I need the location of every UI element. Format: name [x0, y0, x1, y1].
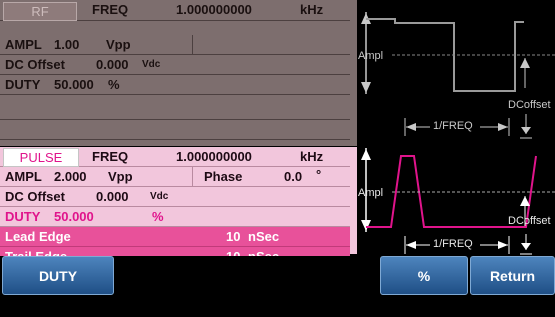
ch1-dc-label: DC Offset: [5, 57, 65, 72]
ch2-freq-value: 1.000000000: [176, 149, 252, 164]
ch2-panel: PULSE FREQ 1.000000000 kHz AMPL 2.000 Vp…: [0, 147, 357, 267]
ch2-ampl-row[interactable]: AMPL 2.000 Vpp Phase 0.0 °: [0, 167, 350, 187]
ch2-ampl-label: AMPL: [5, 169, 42, 184]
ch2-mode-tag[interactable]: PULSE: [3, 148, 79, 167]
ch2-ampl-value: 2.000: [54, 169, 87, 184]
ch2-dc-row[interactable]: DC Offset 0.000 Vdc: [0, 187, 350, 207]
ch1-ampl-row[interactable]: AMPL 1.00 Vpp: [0, 35, 350, 55]
ch1-dc-row[interactable]: DC Offset 0.000 Vdc: [0, 55, 350, 75]
ch2-ampl-caption: Ampl: [358, 187, 384, 199]
ch2-dcoffset-caption: DCoffset: [508, 215, 551, 227]
ch2-duty-unit: %: [152, 209, 164, 224]
ch2-lead-value: 10: [226, 229, 241, 244]
ch1-panel: RF FREQ 1.000000000 kHz AMPL 1.00 Vpp DC…: [0, 0, 357, 146]
ch2-duty-label: DUTY: [5, 209, 41, 224]
ch1-ampl-caption: Ampl: [358, 50, 384, 62]
ch2-waveform-preview: Ampl DCoffset 1/FREQ: [358, 146, 555, 256]
ch2-phase-unit: °: [316, 167, 322, 182]
percent-softkey[interactable]: %: [380, 256, 468, 295]
ch1-period-caption: 1/FREQ: [433, 120, 473, 132]
ch1-freq-row[interactable]: RF FREQ 1.000000000 kHz: [0, 0, 350, 21]
ch2-duty-row[interactable]: DUTY 50.000 %: [0, 207, 350, 227]
ch1-waveform-preview: Ampl DCoffset 1/FREQ: [358, 2, 555, 144]
ch2-ampl-divider: [192, 167, 193, 186]
ch1-duty-label: DUTY: [5, 77, 41, 92]
ch1-freq-unit: kHz: [300, 2, 324, 17]
ch1-duty-value: 50.000: [54, 77, 94, 92]
ch2-dc-label: DC Offset: [5, 189, 65, 204]
ch2-freq-unit: kHz: [300, 149, 324, 164]
ch1-ampl-label: AMPL: [5, 37, 42, 52]
ch1-empty-row-1: [0, 95, 350, 120]
ch1-ampl-value: 1.00: [54, 37, 80, 52]
ch1-dc-unit: Vdc: [142, 59, 161, 70]
ch2-phase-label: Phase: [204, 169, 243, 184]
ch2-lead-label: Lead Edge: [5, 229, 71, 244]
ch1-freq-value: 1.000000000: [176, 2, 252, 17]
ch1-ampl-divider: [192, 35, 193, 54]
ch2-dc-unit: Vdc: [150, 191, 169, 202]
ch1-freq-label: FREQ: [92, 2, 129, 17]
ch1-duty-unit: %: [108, 77, 120, 92]
ch2-period-caption: 1/FREQ: [433, 238, 473, 250]
ch2-ampl-unit: Vpp: [108, 169, 133, 184]
duty-softkey[interactable]: DUTY: [2, 256, 114, 295]
ch2-lead-edge-row[interactable]: Lead Edge 10 nSec: [0, 227, 350, 247]
ch2-freq-row[interactable]: PULSE FREQ 1.000000000 kHz: [0, 147, 350, 167]
return-softkey[interactable]: Return: [470, 256, 555, 295]
ch1-ampl-unit: Vpp: [106, 37, 131, 52]
ch1-duty-row[interactable]: DUTY 50.000 %: [0, 75, 350, 95]
ch1-empty-row-2: [0, 120, 350, 140]
ch1-dc-value: 0.000: [96, 57, 129, 72]
ch2-duty-value: 50.000: [54, 209, 94, 224]
ch2-dc-value: 0.000: [96, 189, 129, 204]
ch2-lead-unit: nSec: [248, 229, 280, 244]
ch2-phase-value: 0.0: [284, 169, 303, 184]
ch1-dcoffset-caption: DCoffset: [508, 99, 551, 111]
ch1-mode-tag[interactable]: RF: [3, 2, 77, 21]
ch2-freq-label: FREQ: [92, 149, 129, 164]
